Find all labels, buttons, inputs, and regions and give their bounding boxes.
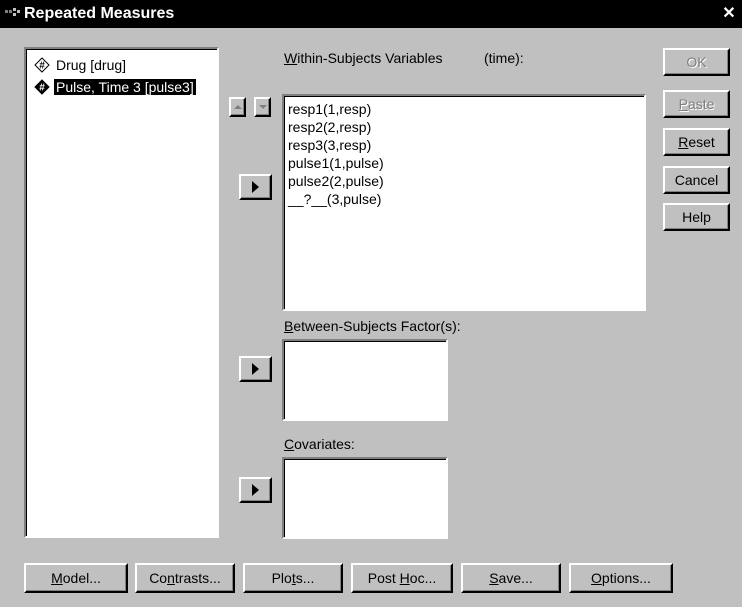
right-arrow-icon (252, 484, 259, 496)
covariates-list[interactable] (282, 457, 448, 539)
list-item[interactable]: resp3(3,resp) (288, 136, 371, 154)
within-factor-label: (time): (484, 50, 524, 66)
up-arrow-icon (233, 105, 242, 109)
options-button[interactable]: Options... (569, 563, 673, 593)
covariates-label: Covariates: (284, 436, 355, 452)
right-arrow-icon (252, 181, 259, 193)
post-hoc-button[interactable]: Post Hoc... (351, 563, 453, 593)
title-bar: Repeated Measures ✕ (0, 0, 742, 28)
between-subjects-list[interactable] (282, 339, 448, 421)
source-variable-list[interactable]: # Drug [drug] # Pulse, Time 3 [pulse3] (24, 47, 219, 538)
move-down-button[interactable] (254, 97, 271, 117)
list-item[interactable]: __?__(3,pulse) (288, 190, 381, 208)
contrasts-button[interactable]: Contrasts... (135, 563, 235, 593)
within-subjects-list[interactable]: resp1(1,resp) resp2(2,resp) resp3(3,resp… (282, 94, 646, 311)
list-item[interactable]: # Pulse, Time 3 [pulse3] (34, 77, 197, 97)
list-item[interactable]: # Drug [drug] (34, 55, 128, 75)
list-item-label: Pulse, Time 3 [pulse3] (53, 78, 197, 96)
help-button[interactable]: Help (663, 203, 730, 231)
cancel-button[interactable]: Cancel (663, 166, 730, 194)
between-subjects-label: Between-Subjects Factor(s): (284, 318, 461, 334)
list-item[interactable]: pulse2(2,pulse) (288, 172, 384, 190)
right-arrow-icon (252, 363, 259, 375)
svg-text:#: # (39, 83, 45, 94)
move-up-button[interactable] (229, 97, 246, 117)
svg-text:#: # (39, 61, 45, 72)
paste-button[interactable]: Paste (663, 90, 730, 118)
move-to-between-button[interactable] (239, 356, 272, 382)
plots-button[interactable]: Plots... (243, 563, 343, 593)
down-arrow-icon (258, 105, 267, 109)
move-to-covariates-button[interactable] (239, 477, 272, 503)
list-item-label: Drug [drug] (56, 57, 127, 73)
save-button[interactable]: Save... (461, 563, 561, 593)
list-item[interactable]: resp2(2,resp) (288, 118, 371, 136)
scale-variable-icon: # (34, 79, 50, 95)
window-title: Repeated Measures (24, 5, 175, 22)
move-to-within-button[interactable] (239, 174, 272, 200)
close-icon[interactable]: ✕ (720, 6, 738, 22)
within-subjects-label: Within-Subjects Variables (284, 50, 443, 66)
app-icon (5, 8, 20, 16)
list-item[interactable]: resp1(1,resp) (288, 100, 371, 118)
model-button[interactable]: Model... (24, 563, 128, 593)
ok-button[interactable]: OK (663, 48, 730, 76)
nominal-variable-icon: # (34, 57, 50, 73)
reset-button[interactable]: Reset (663, 128, 730, 156)
list-item[interactable]: pulse1(1,pulse) (288, 154, 384, 172)
